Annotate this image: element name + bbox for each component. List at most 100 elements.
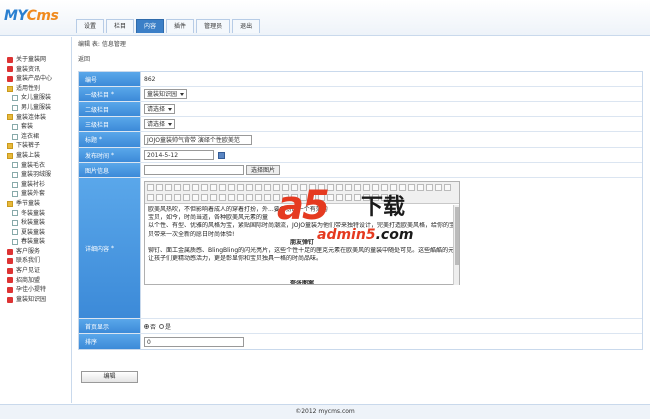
editor-tool-icon[interactable] <box>201 193 208 201</box>
sidebar-item[interactable]: 下装裤子 <box>0 141 71 151</box>
sidebar-item[interactable]: 童装知识园 <box>0 295 71 305</box>
category-2-select[interactable]: 请选择 <box>144 104 176 114</box>
editor-tool-icon[interactable] <box>156 184 163 191</box>
category-icon <box>7 248 13 255</box>
editor-tool-icon[interactable] <box>165 193 172 201</box>
editor-tool-icon[interactable] <box>228 184 235 191</box>
sidebar-item-label: 夏装童装 <box>21 228 46 236</box>
home-yes-radio[interactable] <box>159 323 165 329</box>
editor-tool-icon[interactable] <box>183 184 190 191</box>
sidebar-item-label: 连衣裙 <box>21 132 40 140</box>
editor-tool-icon[interactable] <box>228 193 235 201</box>
editor-tool-icon[interactable] <box>264 184 271 191</box>
sidebar-item[interactable]: 招商加盟 <box>0 276 71 286</box>
category-3-select[interactable]: 请选择 <box>144 119 176 129</box>
calendar-icon[interactable] <box>218 151 225 159</box>
category-icon <box>7 66 13 73</box>
sidebar-item[interactable]: 夏装童装 <box>0 228 71 238</box>
scroll-thumb[interactable] <box>455 207 459 265</box>
editor-tool-icon[interactable] <box>174 193 181 201</box>
category-icon <box>7 258 13 265</box>
page-icon <box>12 95 18 102</box>
sidebar-item[interactable]: 童装衬衫 <box>0 180 71 190</box>
sidebar-item[interactable]: 童装资讯 <box>0 65 71 75</box>
sidebar-item-label: 男儿童服装 <box>21 103 52 111</box>
image-input[interactable] <box>144 165 244 175</box>
category-icon <box>7 56 13 63</box>
nav-tab-4[interactable]: 管理员 <box>196 19 231 33</box>
nav-tab-0[interactable]: 设置 <box>76 19 105 33</box>
editor-tool-icon[interactable] <box>237 193 244 201</box>
editor-tool-icon[interactable] <box>219 184 226 191</box>
sidebar-item-label: 童装产品中心 <box>16 75 53 83</box>
sidebar-item-label: 秋装童装 <box>21 219 46 227</box>
editor-tool-icon[interactable] <box>201 184 208 191</box>
sidebar-item[interactable]: 童装产品中心 <box>0 74 71 84</box>
sidebar-item[interactable]: 适用性别 <box>0 84 71 94</box>
sidebar-item[interactable]: 冬装童装 <box>0 209 71 219</box>
sidebar-item[interactable]: 连衣裙 <box>0 132 71 142</box>
nav-tab-1[interactable]: 栏目 <box>106 19 135 33</box>
editor-tool-icon[interactable] <box>210 184 217 191</box>
breadcrumb: 编辑 表: 信息管理 <box>78 41 126 48</box>
editor-tool-icon[interactable] <box>192 193 199 201</box>
sidebar-item[interactable]: 春装童装 <box>0 237 71 247</box>
sidebar-item[interactable]: 联系我们 <box>0 256 71 266</box>
submit-edit-button[interactable]: 编辑 <box>81 371 138 383</box>
sidebar-item[interactable]: 童装外套 <box>0 189 71 199</box>
editor-tool-icon[interactable] <box>255 184 262 191</box>
top-nav: 设置 栏目 内容 插件 管理员 退出 <box>76 19 262 33</box>
editor-tool-icon[interactable] <box>174 184 181 191</box>
back-link[interactable]: 返回 <box>78 54 90 63</box>
category-1-label: 一级栏目 * <box>79 87 141 101</box>
order-input[interactable]: 0 <box>144 336 244 347</box>
sidebar-item[interactable]: 套装 <box>0 122 71 132</box>
home-no-radio[interactable] <box>144 323 149 329</box>
sidebar-item[interactable]: 客户服务 <box>0 247 71 257</box>
sidebar-item[interactable]: 童装上装 <box>0 151 71 161</box>
sidebar-item[interactable]: 孕佳小提特 <box>0 285 71 295</box>
editor-tool-icon[interactable] <box>183 193 190 201</box>
id-value: 862 <box>144 75 156 83</box>
editor-tool-icon[interactable] <box>264 193 271 201</box>
page-icon <box>12 123 18 130</box>
sidebar-item[interactable]: 女儿童服装 <box>0 93 71 103</box>
nav-tab-3[interactable]: 插件 <box>166 19 195 33</box>
sidebar-item-label: 客户服务 <box>16 247 41 255</box>
editor-tool-icon[interactable] <box>255 193 262 201</box>
page-icon <box>12 133 18 140</box>
nav-tab-5[interactable]: 退出 <box>232 19 261 33</box>
nav-tab-2[interactable]: 内容 <box>136 19 165 33</box>
logo: MYCms <box>4 8 59 24</box>
page-icon <box>12 104 18 111</box>
title-input[interactable]: JOJO童装帅气背带 演绎个性欧美范 <box>144 134 252 145</box>
sidebar-item[interactable]: 关于童装网 <box>0 55 71 65</box>
date-input[interactable]: 2014-5-12 <box>144 150 214 160</box>
editor-tool-icon[interactable] <box>147 193 154 201</box>
editor-tool-icon[interactable] <box>210 193 217 201</box>
editor-scrollbar[interactable] <box>453 205 459 285</box>
sidebar-item[interactable]: 季节童装 <box>0 199 71 209</box>
sidebar-item[interactable]: 客户见证 <box>0 266 71 276</box>
home-display-label: 首页显示 <box>79 319 141 333</box>
category-1-select[interactable]: 童装知识园 <box>144 89 188 99</box>
sidebar-item[interactable]: 男儿童服装 <box>0 103 71 113</box>
sidebar-item[interactable]: 童装羽绒服 <box>0 170 71 180</box>
sidebar-item[interactable]: 秋装童装 <box>0 218 71 228</box>
editor-tool-icon[interactable] <box>156 193 163 201</box>
sidebar-item-label: 童装衬衫 <box>21 180 46 188</box>
sidebar-item-label: 童装资讯 <box>16 65 41 73</box>
sidebar-item[interactable]: 童装连体装 <box>0 113 71 123</box>
sidebar-item-label: 春装童装 <box>21 238 46 246</box>
editor-tool-icon[interactable] <box>219 193 226 201</box>
editor-tool-icon[interactable] <box>192 184 199 191</box>
editor-tool-icon[interactable] <box>165 184 172 191</box>
editor-tool-icon[interactable] <box>147 184 154 191</box>
watermark-site: admin5.com <box>317 227 414 243</box>
editor-tool-icon[interactable] <box>246 184 253 191</box>
editor-tool-icon[interactable] <box>237 184 244 191</box>
home-no-label: 否 <box>150 323 157 331</box>
editor-tool-icon[interactable] <box>246 193 253 201</box>
sidebar-item[interactable]: 童装毛衣 <box>0 161 71 171</box>
choose-image-button[interactable]: 选择图片 <box>246 165 281 175</box>
